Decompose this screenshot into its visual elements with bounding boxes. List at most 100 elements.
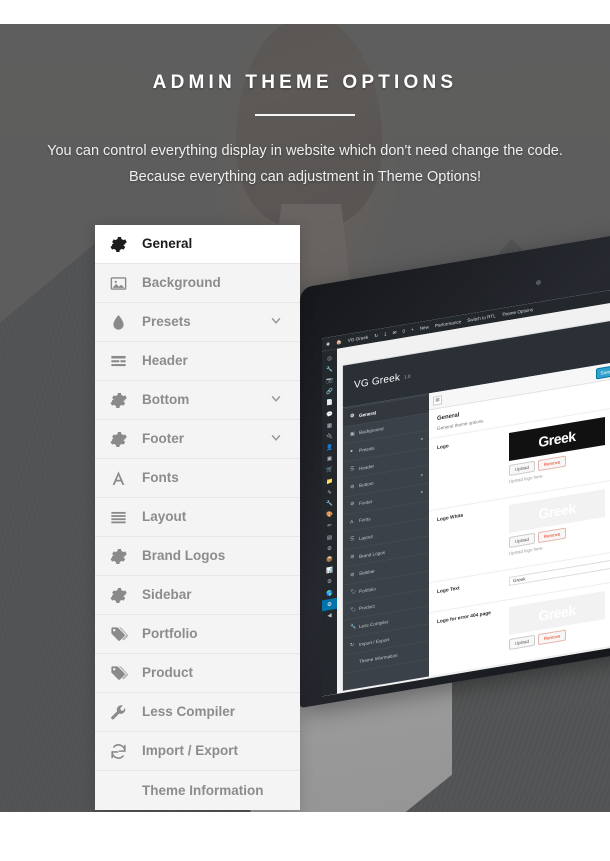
theme-options-panel: VG Greek 1.0 ⚙ General ▣ Background ● Pr…: [342, 303, 610, 697]
menu-item-label: Fonts: [142, 470, 179, 486]
menu-item-general[interactable]: General: [95, 225, 300, 264]
refresh-icon: ↻: [350, 641, 355, 649]
menu-item-layout[interactable]: Layout: [95, 498, 300, 537]
panel-item-label: Portfolio: [359, 586, 376, 594]
field-label: Logo Text: [437, 586, 460, 596]
image-icon: ▣: [350, 430, 355, 438]
theme-options-menu: General Background Presets Header Bottom…: [95, 225, 300, 810]
remove-button[interactable]: Remove: [537, 675, 567, 692]
menu-item-label: Footer: [142, 431, 184, 447]
adminbar-rtl-label[interactable]: Switch to RTL: [467, 313, 496, 323]
gear-icon: [109, 547, 142, 566]
page-title: ADMIN THEME OPTIONS: [152, 72, 458, 93]
upload-button[interactable]: Upload: [509, 532, 535, 549]
chevron-down-icon[interactable]: [269, 431, 283, 448]
laptop-bezel: ◉ 🏠 VG Greek ↻ 1 ✉ 0 + New Performance S…: [300, 217, 610, 708]
header-icon: [109, 352, 142, 371]
upload-button[interactable]: Upload: [509, 634, 535, 651]
page-root: ◉ 🏠 VG Greek ↻ 1 ✉ 0 + New Performance S…: [0, 0, 610, 861]
laptop-screen: ◉ 🏠 VG Greek ↻ 1 ✉ 0 + New Performance S…: [322, 272, 610, 697]
panel-item-label: Fonts: [359, 516, 371, 524]
menu-item-label: General: [142, 236, 193, 252]
collapse-icon[interactable]: ◀: [322, 609, 337, 623]
panel-brand: VG Greek: [354, 371, 401, 391]
remove-button[interactable]: Remove: [537, 455, 567, 472]
panel-item-label: Less Compiler: [359, 619, 389, 630]
hero-subtitle: You can control everything display in we…: [0, 138, 610, 190]
menu-item-footer[interactable]: Footer: [95, 420, 300, 459]
chevron-down-icon[interactable]: [269, 392, 283, 409]
gear-icon: [109, 586, 142, 605]
menu-item-label: Brand Logos: [142, 548, 226, 564]
font-icon: A: [350, 518, 354, 526]
gear-icon: ⚙: [350, 571, 355, 579]
header-icon: ☰: [350, 465, 355, 473]
top-white-strip: [0, 0, 610, 24]
panel-item-label: Import / Export: [359, 636, 390, 647]
image-icon: [109, 274, 142, 293]
field-label: Logo: [437, 444, 449, 452]
wp-admin-body: ◎ 🔧 📷 🔗 📄 💬 ▦ 🔌 👤 ▣ 🛒 📁 ✎ 🔧 🎨 ✏ ▤ ⚙ 📦 📊 …: [322, 285, 610, 697]
chevron-down-icon: ▾: [420, 489, 423, 496]
adminbar-new-label[interactable]: New: [420, 324, 429, 331]
droplet-icon: ●: [350, 448, 354, 456]
wordpress-logo-icon[interactable]: ◉: [326, 340, 330, 347]
menu-item-sidebar[interactable]: Sidebar: [95, 576, 300, 615]
menu-item-background[interactable]: Background: [95, 264, 300, 303]
menu-item-less-compiler[interactable]: Less Compiler: [95, 693, 300, 732]
menu-item-header[interactable]: Header: [95, 342, 300, 381]
plus-icon[interactable]: +: [411, 327, 414, 332]
tag-icon: [109, 625, 142, 644]
menu-item-label: Portfolio: [142, 626, 198, 642]
layout-icon: [109, 508, 142, 527]
menu-item-label: Product: [142, 665, 194, 681]
menu-item-label: Less Compiler: [142, 704, 236, 720]
panel-item-label: Product: [359, 603, 375, 612]
wrench-icon: [109, 703, 142, 722]
site-home-icon[interactable]: 🏠: [336, 339, 342, 346]
title-divider: [255, 114, 355, 116]
save-changes-button[interactable]: Save Changes: [595, 361, 610, 380]
tag-icon: 🏷: [350, 588, 357, 596]
menu-item-fonts[interactable]: Fonts: [95, 459, 300, 498]
adminbar-site-name[interactable]: VG Greek: [348, 335, 368, 343]
menu-item-portfolio[interactable]: Portfolio: [95, 615, 300, 654]
adminbar-comment-count: 1: [384, 331, 387, 337]
menu-item-label: Theme Information: [142, 782, 264, 798]
menu-item-label: Bottom: [142, 392, 190, 408]
layout-icon: ☰: [350, 536, 355, 544]
adminbar-reply-count: 0: [402, 328, 406, 334]
menu-item-import-export[interactable]: Import / Export: [95, 732, 300, 771]
upload-button[interactable]: Upload: [509, 680, 535, 697]
gear-icon: [109, 391, 142, 410]
updates-icon[interactable]: ↻: [374, 332, 378, 339]
gear-icon: ⚙: [350, 501, 355, 508]
menu-item-label: Presets: [142, 314, 191, 330]
adminbar-performance-label[interactable]: Performance: [435, 319, 461, 328]
menu-item-product[interactable]: Product: [95, 654, 300, 693]
menu-item-bottom[interactable]: Bottom: [95, 381, 300, 420]
wp-admin-menu-rail: ◎ 🔧 📷 🔗 📄 💬 ▦ 🔌 👤 ▣ 🛒 📁 ✎ 🔧 🎨 ✏ ▤ ⚙ 📦 📊 …: [322, 348, 337, 697]
panel-item-label: Layout: [359, 533, 373, 542]
panel-item-label: Bottom: [359, 480, 374, 489]
menu-item-theme-information[interactable]: Theme Information: [95, 771, 300, 810]
menu-item-label: Sidebar: [142, 587, 192, 603]
field-label: Logo White: [437, 513, 464, 524]
menu-item-label: Layout: [142, 509, 187, 525]
font-icon: [109, 469, 142, 488]
gear-icon: [109, 235, 142, 254]
menu-item-presets[interactable]: Presets: [95, 303, 300, 342]
gear-icon: [109, 430, 142, 449]
remove-button[interactable]: Remove: [537, 629, 567, 646]
panel-item-label: Footer: [359, 498, 373, 506]
chevron-down-icon[interactable]: [269, 314, 283, 331]
grid-toggle-icon[interactable]: ▦: [433, 394, 442, 406]
upload-button[interactable]: Upload: [509, 460, 535, 477]
gear-icon: ⚙: [350, 413, 355, 420]
comments-icon[interactable]: ✉: [393, 329, 397, 336]
menu-item-brand-logos[interactable]: Brand Logos: [95, 537, 300, 576]
remove-button[interactable]: Remove: [537, 527, 567, 544]
panel-item-label: Brand Logos: [359, 549, 386, 559]
panel-sidebar: ⚙ General ▣ Background ● Presets ▾ ☰ Hea…: [343, 393, 429, 691]
